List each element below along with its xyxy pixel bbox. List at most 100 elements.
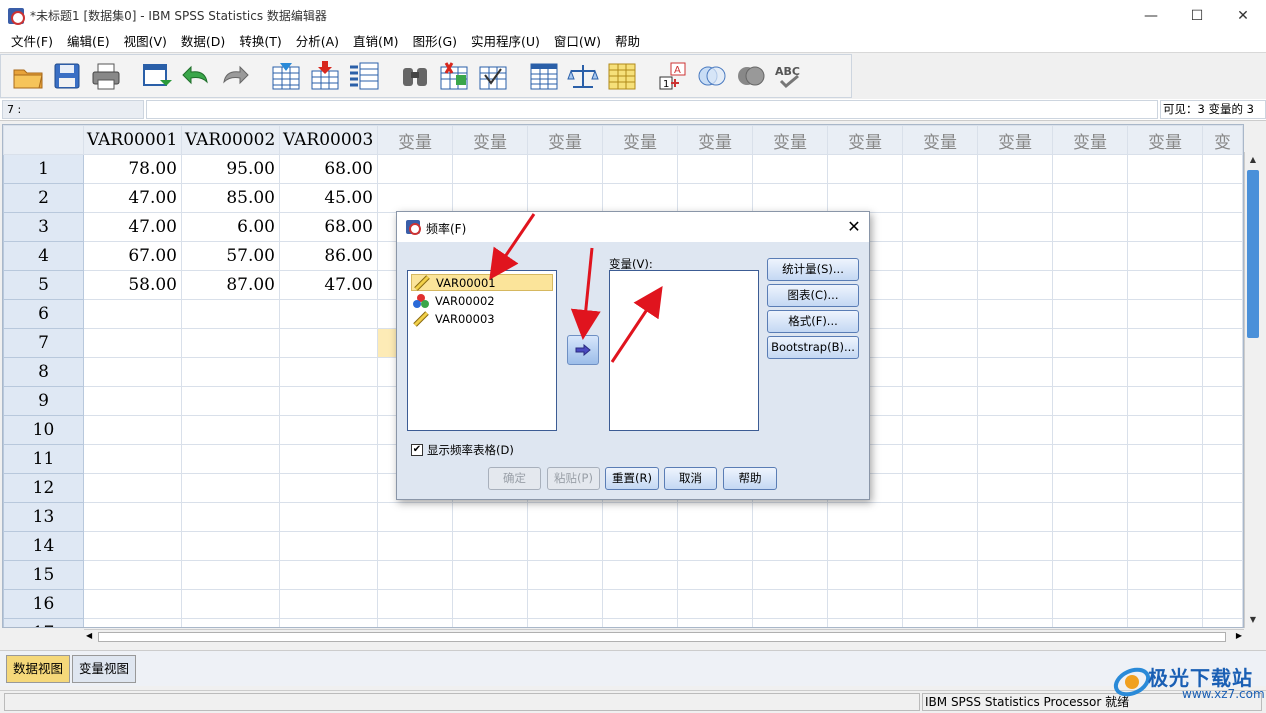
data-cell[interactable] [902, 299, 978, 329]
data-cell[interactable] [377, 618, 453, 627]
data-cell[interactable] [902, 589, 978, 619]
data-cell[interactable] [527, 502, 603, 532]
data-cell[interactable] [677, 502, 753, 532]
vertical-scroll-thumb[interactable] [1247, 170, 1259, 338]
data-cell[interactable] [1202, 531, 1243, 561]
column-header[interactable]: 变量 [527, 125, 603, 155]
maximize-button[interactable]: ☐ [1174, 0, 1220, 31]
data-cell[interactable] [902, 444, 978, 474]
row-number[interactable]: 15 [3, 560, 84, 590]
data-cell[interactable]: 67.00 [83, 241, 182, 271]
variable-item-var00002[interactable]: VAR00002 [411, 292, 553, 309]
data-cell[interactable] [1052, 618, 1128, 627]
data-cell[interactable] [452, 589, 528, 619]
data-cell[interactable] [1052, 589, 1128, 619]
data-cell[interactable] [279, 299, 378, 329]
data-cell[interactable] [1052, 241, 1128, 271]
menu-utilities[interactable]: 实用程序(U) [464, 31, 547, 53]
data-cell[interactable] [452, 502, 528, 532]
row-number[interactable]: 12 [3, 473, 84, 503]
data-cell[interactable] [677, 531, 753, 561]
close-window-button[interactable]: ✕ [1220, 0, 1266, 31]
column-header[interactable]: 变量 [827, 125, 903, 155]
data-cell[interactable] [1127, 270, 1203, 300]
data-cell[interactable] [1052, 415, 1128, 445]
column-header[interactable]: 变 [1202, 125, 1243, 155]
row-number[interactable]: 2 [3, 183, 84, 213]
data-cell[interactable] [902, 618, 978, 627]
data-cell[interactable] [602, 154, 678, 184]
data-cell[interactable]: 68.00 [279, 154, 378, 184]
data-cell[interactable] [677, 183, 753, 213]
grid-corner[interactable] [3, 125, 84, 155]
data-cell[interactable] [527, 183, 603, 213]
weight-cases-icon[interactable] [566, 59, 600, 93]
minimize-button[interactable]: — [1128, 0, 1174, 31]
row-number[interactable]: 17 [3, 618, 84, 627]
column-header[interactable]: 变量 [752, 125, 828, 155]
data-cell[interactable] [527, 560, 603, 590]
target-variable-list[interactable] [609, 270, 759, 431]
data-cell[interactable] [1202, 618, 1243, 627]
data-cell[interactable] [902, 502, 978, 532]
data-cell[interactable] [977, 357, 1053, 387]
data-cell[interactable]: 78.00 [83, 154, 182, 184]
data-cell[interactable] [1052, 212, 1128, 242]
data-cell[interactable] [1127, 560, 1203, 590]
column-header[interactable]: 变量 [602, 125, 678, 155]
data-cell[interactable] [181, 299, 280, 329]
row-number[interactable]: 10 [3, 415, 84, 445]
help-button[interactable]: 帮助 [723, 467, 777, 490]
data-cell[interactable] [279, 357, 378, 387]
data-cell[interactable] [977, 183, 1053, 213]
row-number[interactable]: 4 [3, 241, 84, 271]
data-cell[interactable] [83, 473, 182, 503]
data-cell[interactable] [83, 502, 182, 532]
statistics-button[interactable]: 统计量(S)... [767, 258, 859, 281]
insert-variable-icon[interactable] [476, 59, 510, 93]
data-cell[interactable] [1052, 386, 1128, 416]
data-cell[interactable] [902, 183, 978, 213]
row-number[interactable]: 3 [3, 212, 84, 242]
data-cell[interactable] [279, 502, 378, 532]
row-number[interactable]: 8 [3, 357, 84, 387]
show-all-variables-icon[interactable] [734, 59, 768, 93]
column-header[interactable]: 变量 [977, 125, 1053, 155]
data-cell[interactable] [83, 357, 182, 387]
data-cell[interactable] [752, 183, 828, 213]
data-cell[interactable] [1202, 154, 1243, 184]
data-cell[interactable] [1052, 473, 1128, 503]
value-labels-icon[interactable]: A1 [656, 59, 690, 93]
data-cell[interactable] [827, 618, 903, 627]
row-number[interactable]: 1 [3, 154, 84, 184]
data-cell[interactable]: 95.00 [181, 154, 280, 184]
variable-item-var00001[interactable]: VAR00001 [411, 274, 553, 291]
data-cell[interactable] [452, 560, 528, 590]
data-cell[interactable]: 86.00 [279, 241, 378, 271]
data-cell[interactable] [677, 589, 753, 619]
data-cell[interactable] [977, 589, 1053, 619]
scroll-right-icon[interactable]: ▶ [1236, 631, 1242, 640]
data-cell[interactable] [1052, 299, 1128, 329]
menu-graphs[interactable]: 图形(G) [406, 31, 464, 53]
data-cell[interactable] [1127, 212, 1203, 242]
data-cell[interactable] [602, 183, 678, 213]
vertical-scrollbar[interactable]: ▲ ▼ [1244, 152, 1261, 628]
data-cell[interactable] [977, 270, 1053, 300]
data-cell[interactable]: 68.00 [279, 212, 378, 242]
data-cell[interactable] [977, 444, 1053, 474]
variable-item-var00003[interactable]: VAR00003 [411, 310, 553, 327]
data-cell[interactable] [902, 560, 978, 590]
data-cell[interactable] [1127, 154, 1203, 184]
menu-direct-marketing[interactable]: 直销(M) [346, 31, 406, 53]
data-cell[interactable] [181, 589, 280, 619]
column-header[interactable]: VAR00003 [279, 125, 378, 155]
data-cell[interactable] [181, 386, 280, 416]
menu-view[interactable]: 视图(V) [117, 31, 174, 53]
data-cell[interactable] [1052, 270, 1128, 300]
data-cell[interactable] [1202, 212, 1243, 242]
data-cell[interactable] [977, 473, 1053, 503]
data-cell[interactable]: 58.00 [83, 270, 182, 300]
data-cell[interactable] [902, 531, 978, 561]
data-cell[interactable]: 57.00 [181, 241, 280, 271]
